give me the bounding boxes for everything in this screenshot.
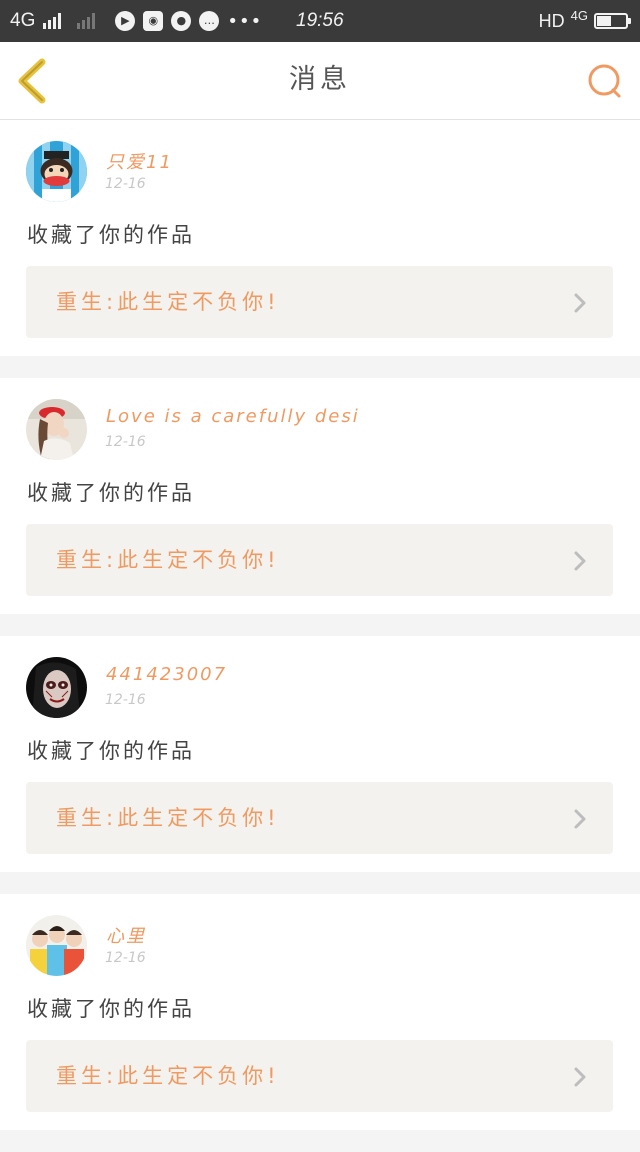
network-label: 4G [10,10,36,31]
work-title: 重生:此生定不负你! [56,548,280,572]
work-title: 重生:此生定不负你! [56,290,280,314]
signal-weak-icon [77,13,96,29]
header: 消息 [0,42,640,120]
work-link[interactable]: 重生:此生定不负你! [26,524,613,596]
play-icon: ▶ [115,11,136,31]
username[interactable]: 441423007 [106,664,227,685]
message-date: 12-16 [105,176,146,192]
battery-icon [594,13,631,29]
chevron-right-icon [574,293,586,313]
more-dots-icon: ••• [227,10,263,32]
action-text: 收藏了你的作品 [27,739,195,763]
wechat-icon: ● [171,11,192,31]
message-card: 441423007 12-16 收藏了你的作品 重生:此生定不负你! [0,636,640,872]
hd-label: HD [538,10,565,31]
action-text: 收藏了你的作品 [27,997,195,1021]
username[interactable]: 只爱11 [106,148,173,174]
username[interactable]: 心里 [106,922,146,948]
message-date: 12-16 [105,434,146,450]
avatar[interactable] [26,141,87,202]
message-card: Love is a carefully desi 12-16 收藏了你的作品 重… [0,378,640,614]
work-title: 重生:此生定不负你! [56,806,280,830]
chevron-right-icon [574,1067,586,1087]
action-text: 收藏了你的作品 [27,223,195,247]
avatar[interactable] [26,915,87,976]
chat-bubble-icon: … [199,11,220,31]
message-date: 12-16 [105,692,146,708]
search-icon [588,64,621,98]
message-card: 心里 12-16 收藏了你的作品 重生:此生定不负你! [0,894,640,1130]
clock: 19:56 [296,10,344,31]
work-title: 重生:此生定不负你! [56,1064,280,1088]
work-link[interactable]: 重生:此生定不负你! [26,266,613,338]
message-date: 12-16 [105,950,146,966]
avatar[interactable] [26,657,87,718]
username[interactable]: Love is a carefully desi [106,406,360,427]
chevron-right-icon [574,551,586,571]
browser-icon: ◉ [143,11,164,31]
network-right-label: 4G [570,7,588,23]
search-button[interactable] [586,62,624,100]
work-link[interactable]: 重生:此生定不负你! [26,1040,613,1112]
status-bar: 4G ▶ ◉ ● … ••• 19:56 HD 4G [0,0,640,42]
chevron-right-icon [574,809,586,829]
page-title: 消息 [289,64,351,95]
message-card: 只爱11 12-16 收藏了你的作品 重生:此生定不负你! [0,120,640,356]
action-text: 收藏了你的作品 [27,481,195,505]
avatar[interactable] [26,399,87,460]
message-list: 只爱11 12-16 收藏了你的作品 重生:此生定不负你! Love is a … [0,120,640,1152]
work-link[interactable]: 重生:此生定不负你! [26,782,613,854]
signal-icon [43,13,62,29]
